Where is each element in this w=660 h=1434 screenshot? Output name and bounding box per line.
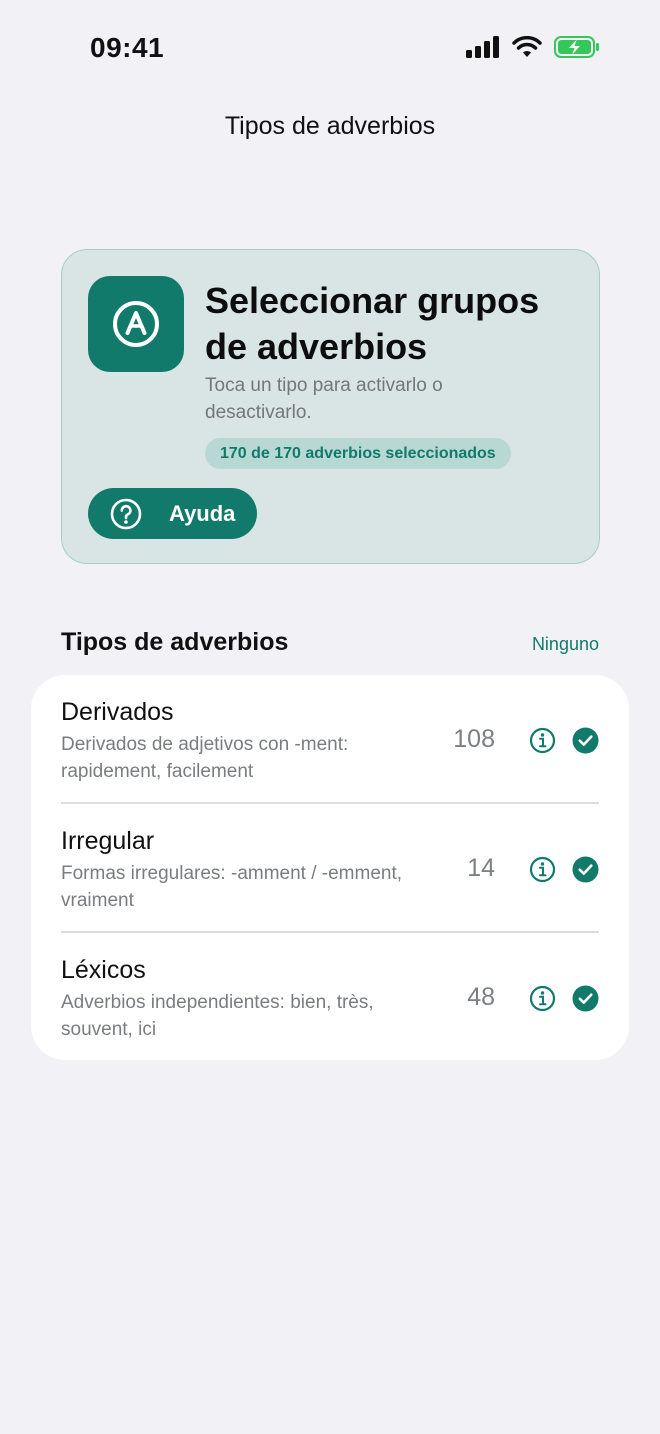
help-button[interactable]: Ayuda <box>88 488 257 539</box>
letter-a-circle-icon <box>113 301 159 347</box>
question-circle-icon <box>109 497 143 531</box>
item-title: Irregular <box>61 827 155 855</box>
item-count: 48 <box>467 983 495 1011</box>
checkmark-circle-icon[interactable] <box>572 985 599 1012</box>
info-icon[interactable] <box>529 727 556 754</box>
wifi-icon <box>512 35 542 63</box>
adverb-types-list: Derivados Derivados de adjetivos con -me… <box>31 675 629 1060</box>
signal-bars-icon <box>466 36 500 63</box>
item-count: 108 <box>453 725 495 753</box>
nav-title: Tipos de adverbios <box>224 112 436 140</box>
checkmark-circle-icon[interactable] <box>572 856 599 883</box>
info-icon[interactable] <box>529 856 556 883</box>
item-title: Derivados <box>61 698 174 726</box>
list-item-derivados[interactable]: Derivados Derivados de adjetivos con -me… <box>31 675 629 804</box>
item-description: Adverbios independientes: bien, très, so… <box>61 992 374 1040</box>
list-item-lexicos[interactable]: Léxicos Adverbios independientes: bien, … <box>31 933 629 1060</box>
item-title: Léxicos <box>61 956 146 984</box>
hero-card: Seleccionar grupos de adverbios Toca un … <box>61 249 600 564</box>
status-time: 09:41 <box>90 32 165 63</box>
status-icons <box>466 35 600 63</box>
selection-count-badge: 170 de 170 adverbios seleccionados <box>205 438 511 469</box>
battery-charging-icon <box>554 36 600 63</box>
hero-subtitle: Toca un tipo para activarlo o desactivar… <box>205 375 443 423</box>
item-description: Derivados de adjetivos con -ment: rapide… <box>61 734 349 782</box>
help-button-label: Ayuda <box>169 500 236 526</box>
select-none-button[interactable]: Ninguno <box>532 634 599 655</box>
item-count: 14 <box>467 854 495 882</box>
screen: 09:41 Tipos de adverbios Seleccionar gru… <box>0 0 660 1434</box>
checkmark-circle-icon[interactable] <box>572 727 599 754</box>
info-icon[interactable] <box>529 985 556 1012</box>
list-item-irregular[interactable]: Irregular Formas irregulares: -amment / … <box>31 804 629 933</box>
app-badge-icon <box>88 276 184 372</box>
section-title: Tipos de adverbios <box>61 628 289 656</box>
hero-title: Seleccionar grupos de adverbios <box>205 280 540 367</box>
status-bar: 09:41 <box>0 0 660 96</box>
item-description: Formas irregulares: -amment / -emment, v… <box>61 863 403 911</box>
